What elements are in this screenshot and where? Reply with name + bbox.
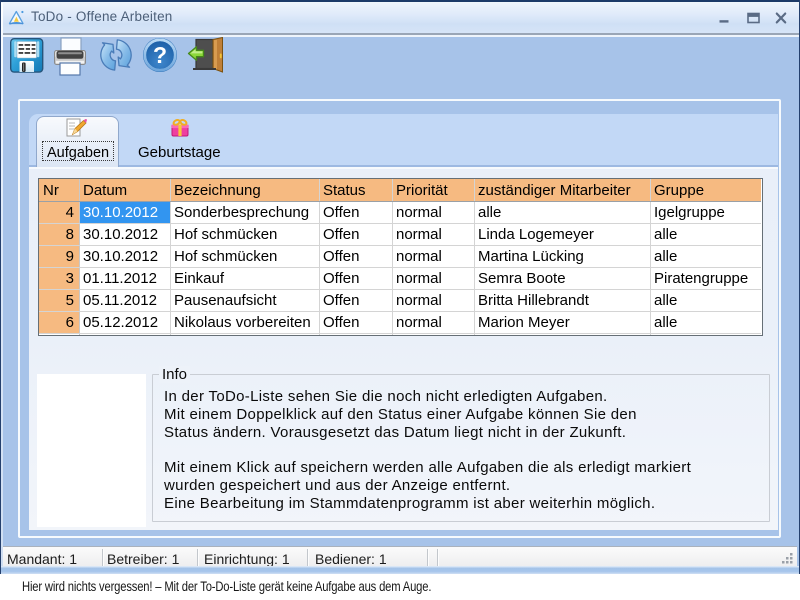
svg-text:?: ?	[153, 42, 167, 68]
